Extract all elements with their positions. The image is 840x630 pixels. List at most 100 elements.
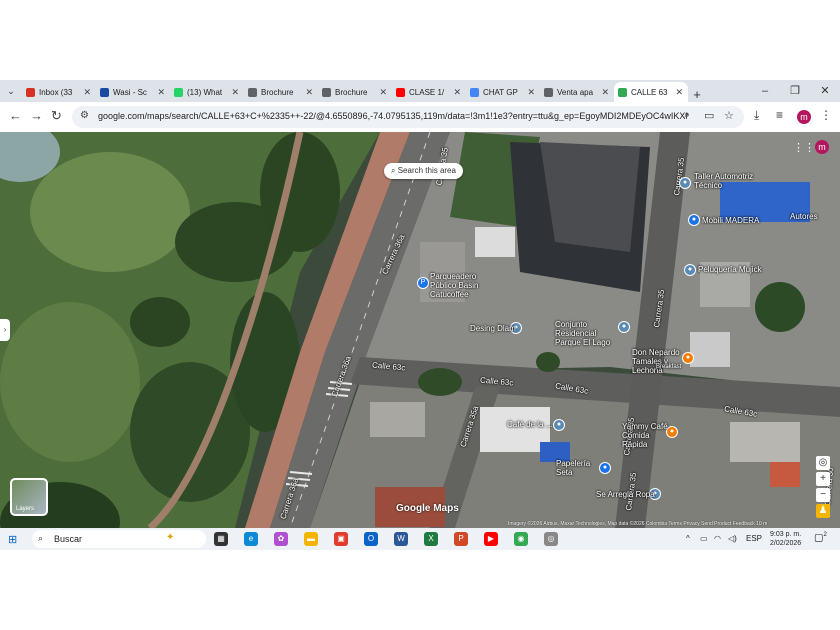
place-label[interactable]: Taller Automotriz Técnico xyxy=(694,172,754,190)
place-pin-icon[interactable]: ● xyxy=(553,419,565,431)
youtube-icon[interactable]: ▶ xyxy=(484,532,498,546)
restaurant-pin-icon[interactable]: ● xyxy=(682,352,694,364)
tab-label: Brochure xyxy=(335,87,368,97)
place-label[interactable]: Desing Dlam xyxy=(470,324,516,333)
tab-close-icon[interactable]: ✕ xyxy=(601,87,609,98)
task-view-icon[interactable]: ▦ xyxy=(214,532,228,546)
clock-date: 2/02/2026 xyxy=(770,540,802,547)
volume-icon[interactable]: ◁) xyxy=(728,534,737,543)
place-label[interactable]: Mobili MADERA xyxy=(702,216,759,225)
screenshot-tool-icon[interactable]: ◎ xyxy=(544,532,558,546)
edge-icon[interactable]: e xyxy=(244,532,258,546)
map-attribution[interactable]: Imagery ©2026 Airbus, Maxar Technologies… xyxy=(508,521,830,527)
chrome-icon[interactable]: ◉ xyxy=(514,532,528,546)
browser-tab[interactable]: Brochure ✕ xyxy=(318,82,392,102)
tab-close-icon[interactable]: ✕ xyxy=(157,87,165,98)
network-icon[interactable]: ▭ xyxy=(700,534,708,543)
google-icon xyxy=(470,87,479,97)
reading-list-icon[interactable]: ≡ xyxy=(776,108,783,122)
profile-avatar[interactable]: m xyxy=(797,110,811,124)
minimize-icon[interactable]: – xyxy=(750,80,780,102)
satellite-imagery xyxy=(0,132,840,528)
copilot-icon[interactable]: ✿ xyxy=(274,532,288,546)
tab-search-dropdown-icon[interactable]: ⌄ xyxy=(0,80,22,102)
tab-close-icon[interactable]: ✕ xyxy=(527,87,535,98)
tab-close-icon[interactable]: ✕ xyxy=(231,87,239,98)
browser-tab[interactable]: Brochure ✕ xyxy=(244,82,318,102)
tab-label: Venta apa xyxy=(557,87,594,97)
wasi-icon xyxy=(100,87,109,97)
place-label[interactable]: Don Nepardo Tamales y Lechona xyxy=(632,348,682,375)
cast-icon[interactable]: ▭ xyxy=(704,109,714,122)
zoom-out-icon[interactable]: − xyxy=(816,488,830,502)
place-label[interactable]: Autores xyxy=(790,212,818,221)
browser-tab[interactable]: CLASE 1/ ✕ xyxy=(392,82,466,102)
zoom-in-icon[interactable]: + xyxy=(816,472,830,486)
back-icon[interactable]: ← xyxy=(9,108,22,123)
my-location-icon[interactable]: ◎ xyxy=(816,456,830,470)
place-label[interactable]: Yammy Café Comida Rápida xyxy=(622,422,668,449)
url-text[interactable]: google.com/maps/search/CALLE+63+C+%2335+… xyxy=(98,111,688,121)
browser-toolbar: ← → ↻ ⚙ google.com/maps/search/CALLE+63+… xyxy=(0,102,840,132)
word-icon[interactable]: W xyxy=(394,532,408,546)
restore-icon[interactable]: ❐ xyxy=(780,80,810,102)
browser-tab[interactable]: CHAT GP ✕ xyxy=(466,82,540,102)
tab-close-icon[interactable]: ✕ xyxy=(453,87,461,98)
place-pin-icon[interactable]: ● xyxy=(679,177,691,189)
tab-close-icon[interactable]: ✕ xyxy=(305,87,313,98)
notification-count: 2 xyxy=(823,532,827,538)
close-icon[interactable]: ✕ xyxy=(810,80,840,102)
place-pin-icon[interactable]: ● xyxy=(688,214,700,226)
globe-icon xyxy=(248,87,257,97)
place-pin-icon[interactable]: ● xyxy=(684,264,696,276)
place-label[interactable]: Conjunto Residencial Parque El Lago xyxy=(555,320,617,347)
bookmark-star-icon[interactable]: ☆ xyxy=(724,109,734,122)
place-label[interactable]: Papelería Seta xyxy=(556,459,602,477)
wifi-icon[interactable]: ◠ xyxy=(714,534,721,543)
reload-icon[interactable]: ↻ xyxy=(51,108,62,124)
parking-pin-icon[interactable]: P xyxy=(417,277,429,289)
outlook-icon[interactable]: O xyxy=(364,532,378,546)
layers-button[interactable]: Layers xyxy=(10,478,48,516)
place-pin-icon[interactable]: ● xyxy=(618,321,630,333)
browser-tab[interactable]: Inbox (33 ✕ xyxy=(22,82,96,102)
browser-tab[interactable]: CALLE 63 ✕ xyxy=(614,82,688,102)
browser-tab[interactable]: (13) What ✕ xyxy=(170,82,244,102)
calendar-icon[interactable]: ▣ xyxy=(334,532,348,546)
forward-icon[interactable]: → xyxy=(30,108,43,123)
new-tab-button[interactable]: + xyxy=(688,87,706,102)
place-label[interactable]: Peluquería Mujick xyxy=(698,265,762,274)
clock[interactable]: 9:03 p. m. 2/02/2026 xyxy=(770,530,801,548)
site-info-icon[interactable]: ⚙ xyxy=(80,110,89,121)
place-label[interactable]: Breakfast xyxy=(656,364,681,370)
tab-close-icon[interactable]: ✕ xyxy=(83,87,91,98)
tab-close-icon[interactable]: ✕ xyxy=(675,87,683,98)
tab-label: (13) What xyxy=(187,87,223,97)
expand-side-panel-icon[interactable]: › xyxy=(0,319,10,341)
file-explorer-icon[interactable]: ▬ xyxy=(304,532,318,546)
place-label[interactable]: Parqueadero Público Basin Catucoffee xyxy=(430,272,500,299)
download-icon[interactable]: ⤓ xyxy=(754,108,759,123)
menu-icon[interactable]: ⋮ xyxy=(820,108,832,122)
language-indicator[interactable]: ESP xyxy=(746,534,762,543)
maps-pin-icon xyxy=(618,87,627,97)
satellite-map[interactable]: Carrera 36a Carrera 36a Carrera 36a Call… xyxy=(0,132,840,528)
tab-label: Wasi - Sc xyxy=(113,87,147,97)
notification-icon[interactable]: ▢2 xyxy=(814,532,827,543)
excel-icon[interactable]: X xyxy=(424,532,438,546)
search-icon[interactable]: ⌕ xyxy=(684,109,690,122)
powerpoint-icon[interactable]: P xyxy=(454,532,468,546)
taskbar-search-box[interactable]: ⌕ Buscar ✦ xyxy=(32,530,206,548)
place-label[interactable]: Se Arregla Ropa xyxy=(596,490,655,499)
windows-start-icon[interactable]: ⊞ xyxy=(8,533,17,546)
maps-profile-avatar[interactable]: m xyxy=(815,140,829,154)
search-this-area-button[interactable]: ⌕ Search this area xyxy=(384,163,463,179)
tab-close-icon[interactable]: ✕ xyxy=(379,87,387,98)
show-hidden-icons-icon[interactable]: ^ xyxy=(686,534,690,543)
browser-tab[interactable]: Wasi - Sc ✕ xyxy=(96,82,170,102)
pegman-icon[interactable]: ♟ xyxy=(816,504,830,518)
place-label[interactable]: Café de la ... xyxy=(507,420,552,429)
address-bar[interactable]: ⚙ google.com/maps/search/CALLE+63+C+%233… xyxy=(72,106,744,128)
apps-grid-icon[interactable]: ⋮⋮ xyxy=(793,141,815,154)
browser-tab[interactable]: Venta apa ✕ xyxy=(540,82,614,102)
